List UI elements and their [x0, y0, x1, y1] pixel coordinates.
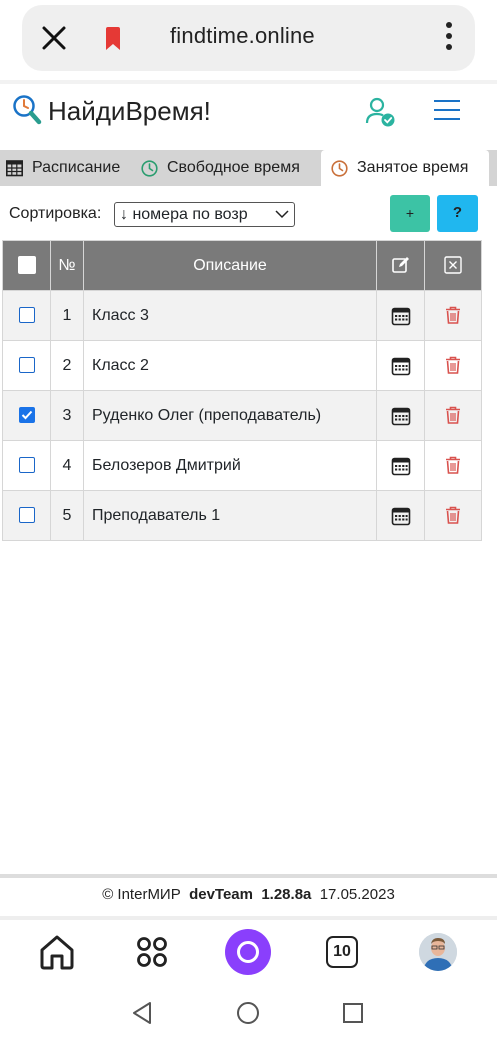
calendar-icon[interactable]	[391, 456, 411, 476]
table-row: 2 Класс 2	[2, 340, 482, 391]
row-checkbox-cell[interactable]	[2, 290, 51, 341]
trash-icon[interactable]	[445, 506, 461, 525]
row-delete-cell[interactable]	[424, 390, 482, 441]
tab-busy-time-label: Занятое время	[357, 159, 469, 176]
close-icon[interactable]	[40, 24, 68, 52]
apps-grid-icon[interactable]	[136, 936, 168, 968]
help-button[interactable]: ?	[437, 195, 478, 232]
clock-icon	[331, 159, 348, 177]
row-number: 4	[50, 440, 84, 491]
checkmark-icon	[21, 411, 32, 420]
row-calendar-cell[interactable]	[376, 340, 425, 391]
select-all-cell[interactable]	[2, 240, 51, 291]
row-description[interactable]: Белозеров Дмитрий	[83, 440, 377, 491]
footer-divider	[0, 916, 497, 920]
footer-copyright: © InterМИР	[102, 886, 181, 903]
footer-divider	[0, 874, 497, 878]
url-text[interactable]: findtime.online	[170, 23, 315, 49]
edit-icon[interactable]	[391, 256, 410, 274]
clock-icon	[141, 159, 158, 177]
table-icon	[6, 159, 23, 176]
trash-icon[interactable]	[445, 356, 461, 375]
row-delete-cell[interactable]	[424, 340, 482, 391]
row-calendar-cell[interactable]	[376, 390, 425, 441]
sort-select[interactable]: ↓ номера по возр	[114, 202, 295, 227]
number-header: №	[50, 240, 84, 291]
tab-free-time[interactable]: Свободное время	[141, 150, 300, 186]
row-number: 5	[50, 490, 84, 541]
row-checkbox[interactable]	[18, 507, 35, 524]
tabs-count-button[interactable]: 10	[326, 936, 358, 968]
table-row: 1 Класс 3	[2, 290, 482, 341]
close-box-icon[interactable]	[444, 256, 462, 275]
row-checkbox[interactable]	[18, 457, 35, 474]
table-row: 5 Преподаватель 1	[2, 490, 482, 541]
row-description[interactable]: Руденко Олег (преподаватель)	[83, 390, 377, 441]
row-delete-cell[interactable]	[424, 490, 482, 541]
row-description[interactable]: Преподаватель 1	[83, 490, 377, 541]
footer-team: devTeam	[189, 886, 253, 903]
busy-time-table: № Описание 1 Класс 3 2 Класс 2 3 Руденко…	[2, 240, 482, 541]
row-checkbox-cell[interactable]	[2, 490, 51, 541]
tab-schedule-label: Расписание	[32, 159, 121, 176]
footer-date: 17.05.2023	[319, 886, 395, 903]
row-delete-cell[interactable]	[424, 440, 482, 491]
edit-header-cell[interactable]	[376, 240, 425, 291]
footer: © InterМИР devTeam 1.28.8a 17.05.2023	[0, 886, 497, 903]
avatar[interactable]	[419, 933, 457, 971]
user-check-icon[interactable]	[364, 96, 396, 128]
tab-schedule[interactable]: Расписание	[6, 150, 120, 186]
home-circle-icon[interactable]	[236, 1001, 260, 1025]
row-checkbox[interactable]	[18, 307, 35, 324]
chevron-down-icon	[275, 210, 289, 219]
description-header: Описание	[83, 240, 377, 291]
row-checkbox-checked[interactable]	[18, 407, 35, 424]
calendar-icon[interactable]	[391, 506, 411, 526]
row-description[interactable]: Класс 3	[83, 290, 377, 341]
row-description[interactable]: Класс 2	[83, 340, 377, 391]
logo-magnifier-clock-icon	[13, 95, 42, 125]
row-calendar-cell[interactable]	[376, 440, 425, 491]
row-checkbox[interactable]	[18, 357, 35, 374]
trash-icon[interactable]	[445, 306, 461, 325]
app-title[interactable]: НайдиВремя!	[48, 96, 211, 127]
table-header-row: № Описание	[2, 240, 482, 291]
home-icon[interactable]	[38, 934, 76, 970]
row-checkbox-cell[interactable]	[2, 440, 51, 491]
trash-icon[interactable]	[445, 456, 461, 475]
add-button[interactable]: +	[390, 195, 430, 232]
row-number: 3	[50, 390, 84, 441]
profile-photo-icon	[419, 933, 457, 971]
row-delete-cell[interactable]	[424, 290, 482, 341]
app-header: НайдиВремя!	[0, 84, 497, 144]
hamburger-menu-icon[interactable]	[434, 100, 460, 122]
select-all-checkbox[interactable]	[17, 256, 36, 275]
tab-busy-time[interactable]: Занятое время	[321, 150, 489, 186]
delete-header-cell[interactable]	[424, 240, 482, 291]
recents-square-icon[interactable]	[342, 1002, 364, 1024]
sort-select-value: ↓ номера по возр	[120, 206, 248, 223]
more-options-icon[interactable]	[445, 22, 453, 54]
row-number: 1	[50, 290, 84, 341]
bookmark-icon[interactable]	[104, 27, 122, 51]
tab-bar: Расписание Свободное время Занятое время	[0, 150, 497, 186]
browser-address-bar[interactable]: findtime.online	[22, 5, 475, 71]
row-calendar-cell[interactable]	[376, 290, 425, 341]
calendar-icon[interactable]	[391, 306, 411, 326]
row-checkbox-cell[interactable]	[2, 390, 51, 441]
back-icon[interactable]	[130, 1000, 154, 1026]
table-row: 4 Белозеров Дмитрий	[2, 440, 482, 491]
footer-version: 1.28.8a	[261, 886, 312, 903]
calendar-icon[interactable]	[391, 406, 411, 426]
row-checkbox-cell[interactable]	[2, 340, 51, 391]
alice-assistant-icon[interactable]	[225, 929, 271, 975]
sort-label: Сортировка:	[9, 205, 102, 222]
tab-free-time-label: Свободное время	[167, 159, 300, 176]
trash-icon[interactable]	[445, 406, 461, 425]
row-calendar-cell[interactable]	[376, 490, 425, 541]
table-row: 3 Руденко Олег (преподаватель)	[2, 390, 482, 441]
row-number: 2	[50, 340, 84, 391]
calendar-icon[interactable]	[391, 356, 411, 376]
